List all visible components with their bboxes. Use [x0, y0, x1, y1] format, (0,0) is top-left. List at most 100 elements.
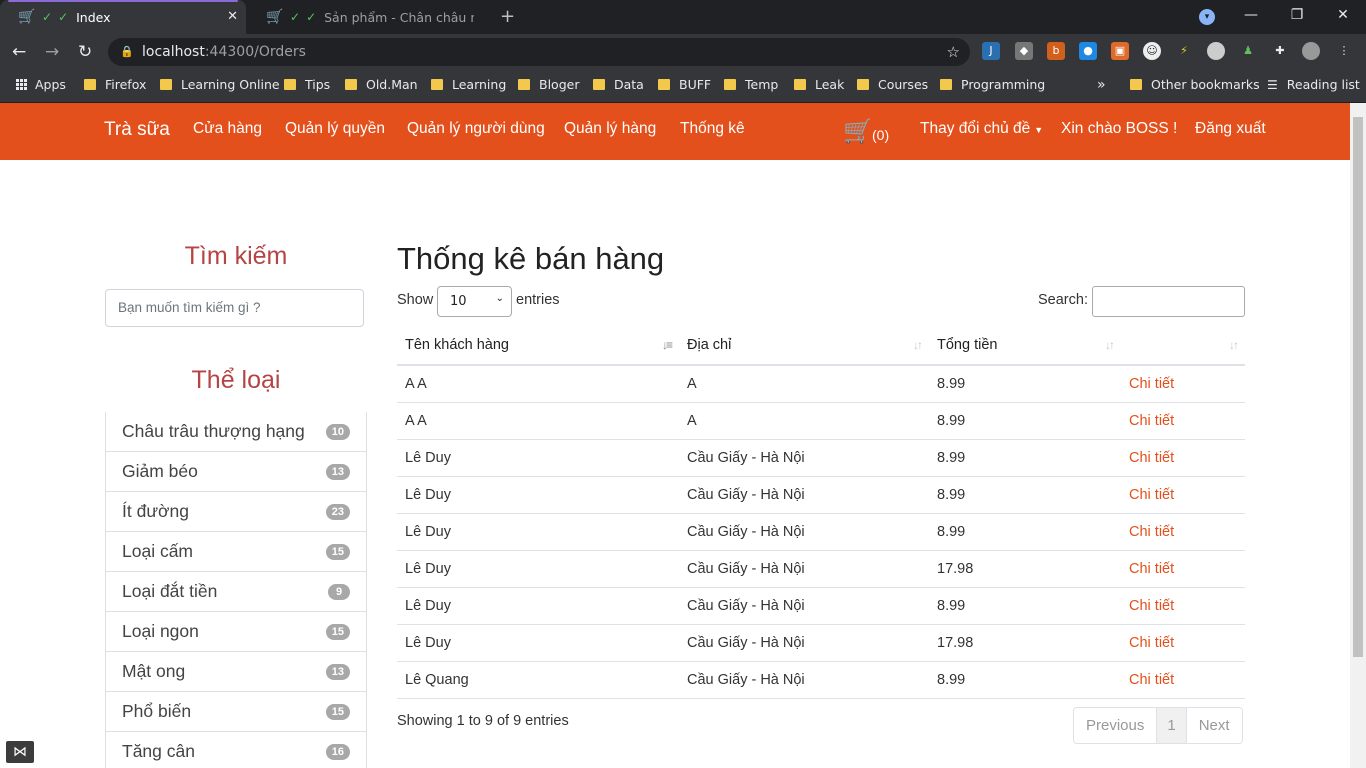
- bookmark-folder[interactable]: Tips: [284, 77, 330, 92]
- folder-icon: [794, 79, 806, 90]
- detail-link[interactable]: Chi tiết: [1121, 513, 1245, 551]
- tab-strip: 🛒 ✓ ✓ Index ✕ 🛒 ✓ ✓ Sản phẩm - Chân châu…: [0, 0, 1366, 34]
- col-action[interactable]: ↓↑: [1121, 326, 1245, 366]
- reading-list[interactable]: ☰ Reading list: [1267, 77, 1360, 92]
- folder-icon: [518, 79, 530, 90]
- pagination: Previous 1 Next: [1073, 707, 1243, 744]
- bookmark-folder[interactable]: Bloger: [518, 77, 579, 92]
- bookmark-folder[interactable]: Learning: [431, 77, 506, 92]
- bookmark-folder[interactable]: Programming: [940, 77, 1045, 92]
- detail-link[interactable]: Chi tiết: [1121, 476, 1245, 514]
- caret-down-icon: ▼: [1034, 125, 1044, 135]
- bookmark-folder[interactable]: Courses: [857, 77, 928, 92]
- nav-users[interactable]: Quản lý người dùng: [407, 120, 545, 138]
- check-icon: ✓: [290, 10, 301, 24]
- orders-table: Tên khách hàng ↓≡ Địa chỉ ↓↑ Tổng tiền ↓↑ ↓…: [397, 326, 1245, 699]
- close-tab-icon[interactable]: ✕: [227, 9, 238, 24]
- bookmarks-overflow-button[interactable]: »: [1097, 77, 1106, 93]
- extension-badge-icon[interactable]: [1207, 42, 1225, 60]
- category-item[interactable]: Loại đắt tiền 9: [106, 572, 366, 612]
- category-item[interactable]: Phổ biến 15: [106, 692, 366, 732]
- address-bar[interactable]: 🔒 localhost:44300/Orders ☆: [108, 38, 970, 66]
- scrollbar-thumb[interactable]: [1353, 117, 1363, 657]
- cart-count[interactable]: (0): [872, 127, 889, 143]
- nav-store[interactable]: Cửa hàng: [193, 120, 262, 138]
- nav-roles[interactable]: Quản lý quyền: [285, 120, 385, 138]
- col-customer[interactable]: Tên khách hàng ↓≡: [397, 326, 679, 366]
- detail-link[interactable]: Chi tiết: [1121, 402, 1245, 440]
- extension-tv-icon[interactable]: ▣: [1111, 42, 1129, 60]
- category-item[interactable]: Tăng cân 16: [106, 732, 366, 768]
- detail-link[interactable]: Chi tiết: [1121, 439, 1245, 477]
- back-icon[interactable]: ←: [12, 42, 26, 62]
- cart-favicon-icon: 🛒: [266, 9, 284, 25]
- bookmark-folder[interactable]: BUFF: [658, 77, 711, 92]
- detail-link[interactable]: Chi tiết: [1121, 550, 1245, 588]
- brand-link[interactable]: Trà sữa: [104, 119, 170, 141]
- greeting-link[interactable]: Xin chào BOSS !: [1061, 120, 1177, 138]
- bookmark-folder[interactable]: Temp: [724, 77, 778, 92]
- close-window-icon[interactable]: ✕: [1320, 0, 1366, 30]
- table-search-input[interactable]: [1092, 286, 1245, 317]
- menu-kebab-icon[interactable]: ⋮: [1335, 42, 1353, 60]
- bookmark-folder[interactable]: Leak: [794, 77, 844, 92]
- sidebar-search-input[interactable]: Bạn muốn tìm kiếm gì ?: [105, 289, 364, 327]
- extension-person-icon[interactable]: ♟: [1239, 42, 1257, 60]
- tab-search-icon[interactable]: ▾: [1199, 9, 1215, 25]
- forward-icon[interactable]: →: [45, 42, 59, 62]
- sort-asc-icon: ↓≡: [661, 338, 673, 352]
- minimize-icon[interactable]: —: [1228, 0, 1274, 30]
- logout-link[interactable]: Đăng xuất: [1195, 120, 1266, 138]
- extensions-puzzle-icon[interactable]: ✚: [1271, 42, 1289, 60]
- bookmark-folder[interactable]: Old.Man: [345, 77, 418, 92]
- browser-tab-active[interactable]: 🛒 ✓ ✓ Index ✕: [0, 0, 246, 34]
- page-size-select[interactable]: 10 ⌄: [437, 286, 512, 317]
- detail-link[interactable]: Chi tiết: [1121, 661, 1245, 699]
- category-item[interactable]: Loại cấm 15: [106, 532, 366, 572]
- category-item[interactable]: Mật ong 13: [106, 652, 366, 692]
- other-bookmarks[interactable]: Other bookmarks: [1130, 77, 1260, 92]
- visual-studio-icon[interactable]: ⋈: [6, 741, 34, 763]
- extension-b-icon[interactable]: b: [1047, 42, 1065, 60]
- url-path: :44300/Orders: [204, 44, 306, 60]
- bookmark-folder[interactable]: Data: [593, 77, 644, 92]
- table-row: Lê Duy Cầu Giấy - Hà Nội 8.99 Chi tiết: [397, 476, 1245, 514]
- profile-avatar[interactable]: [1302, 42, 1320, 60]
- restore-icon[interactable]: ❐: [1274, 0, 1320, 30]
- browser-toolbar: ← → ↻ 🔒 localhost:44300/Orders ☆ J ◆ b ●…: [0, 34, 1366, 70]
- bookmark-folder[interactable]: Learning Online: [160, 77, 280, 92]
- detail-link[interactable]: Chi tiết: [1121, 587, 1245, 625]
- bookmark-apps[interactable]: Apps: [16, 77, 66, 92]
- category-item[interactable]: Loại ngon 15: [106, 612, 366, 652]
- page-scrollbar[interactable]: [1350, 103, 1366, 768]
- category-list: Châu trâu thượng hạng 10 Giảm béo 13 Ít đư…: [105, 412, 367, 768]
- previous-button[interactable]: Previous: [1074, 708, 1158, 743]
- folder-icon: [84, 79, 96, 90]
- extension-j-icon[interactable]: J: [982, 42, 1000, 60]
- detail-link[interactable]: Chi tiết: [1121, 365, 1245, 403]
- category-item[interactable]: Giảm béo 13: [106, 452, 366, 492]
- extension-shield-icon[interactable]: ◆: [1015, 42, 1033, 60]
- extension-drop-icon[interactable]: ●: [1079, 42, 1097, 60]
- col-total[interactable]: Tổng tiền ↓↑: [929, 326, 1121, 366]
- bookmark-star-icon[interactable]: ☆: [947, 38, 960, 66]
- folder-icon: [284, 79, 296, 90]
- nav-statistics[interactable]: Thống kê: [680, 120, 745, 138]
- browser-tab[interactable]: 🛒 ✓ ✓ Sản phẩm - Chân châu nư: [248, 0, 488, 34]
- theme-dropdown[interactable]: Thay đổi chủ đề ▼: [920, 120, 1043, 138]
- search-heading: Tìm kiếm: [184, 242, 288, 270]
- next-button[interactable]: Next: [1187, 708, 1242, 743]
- category-item[interactable]: Châu trâu thượng hạng 10: [106, 412, 366, 452]
- bookmark-folder[interactable]: Firefox: [84, 77, 146, 92]
- category-item[interactable]: Ít đường 23: [106, 492, 366, 532]
- col-address[interactable]: Địa chỉ ↓↑: [679, 326, 929, 366]
- detail-link[interactable]: Chi tiết: [1121, 624, 1245, 662]
- new-tab-icon[interactable]: +: [500, 6, 515, 27]
- extension-face-icon[interactable]: ☺: [1143, 42, 1161, 60]
- extension-bolt-icon[interactable]: ⚡: [1175, 42, 1193, 60]
- nav-products[interactable]: Quản lý hàng: [564, 120, 656, 138]
- reload-icon[interactable]: ↻: [78, 42, 92, 62]
- cart-icon[interactable]: 🛒: [843, 117, 873, 146]
- table-row: Lê Duy Cầu Giấy - Hà Nội 17.98 Chi tiết: [397, 624, 1245, 662]
- page-1-button[interactable]: 1: [1157, 708, 1187, 743]
